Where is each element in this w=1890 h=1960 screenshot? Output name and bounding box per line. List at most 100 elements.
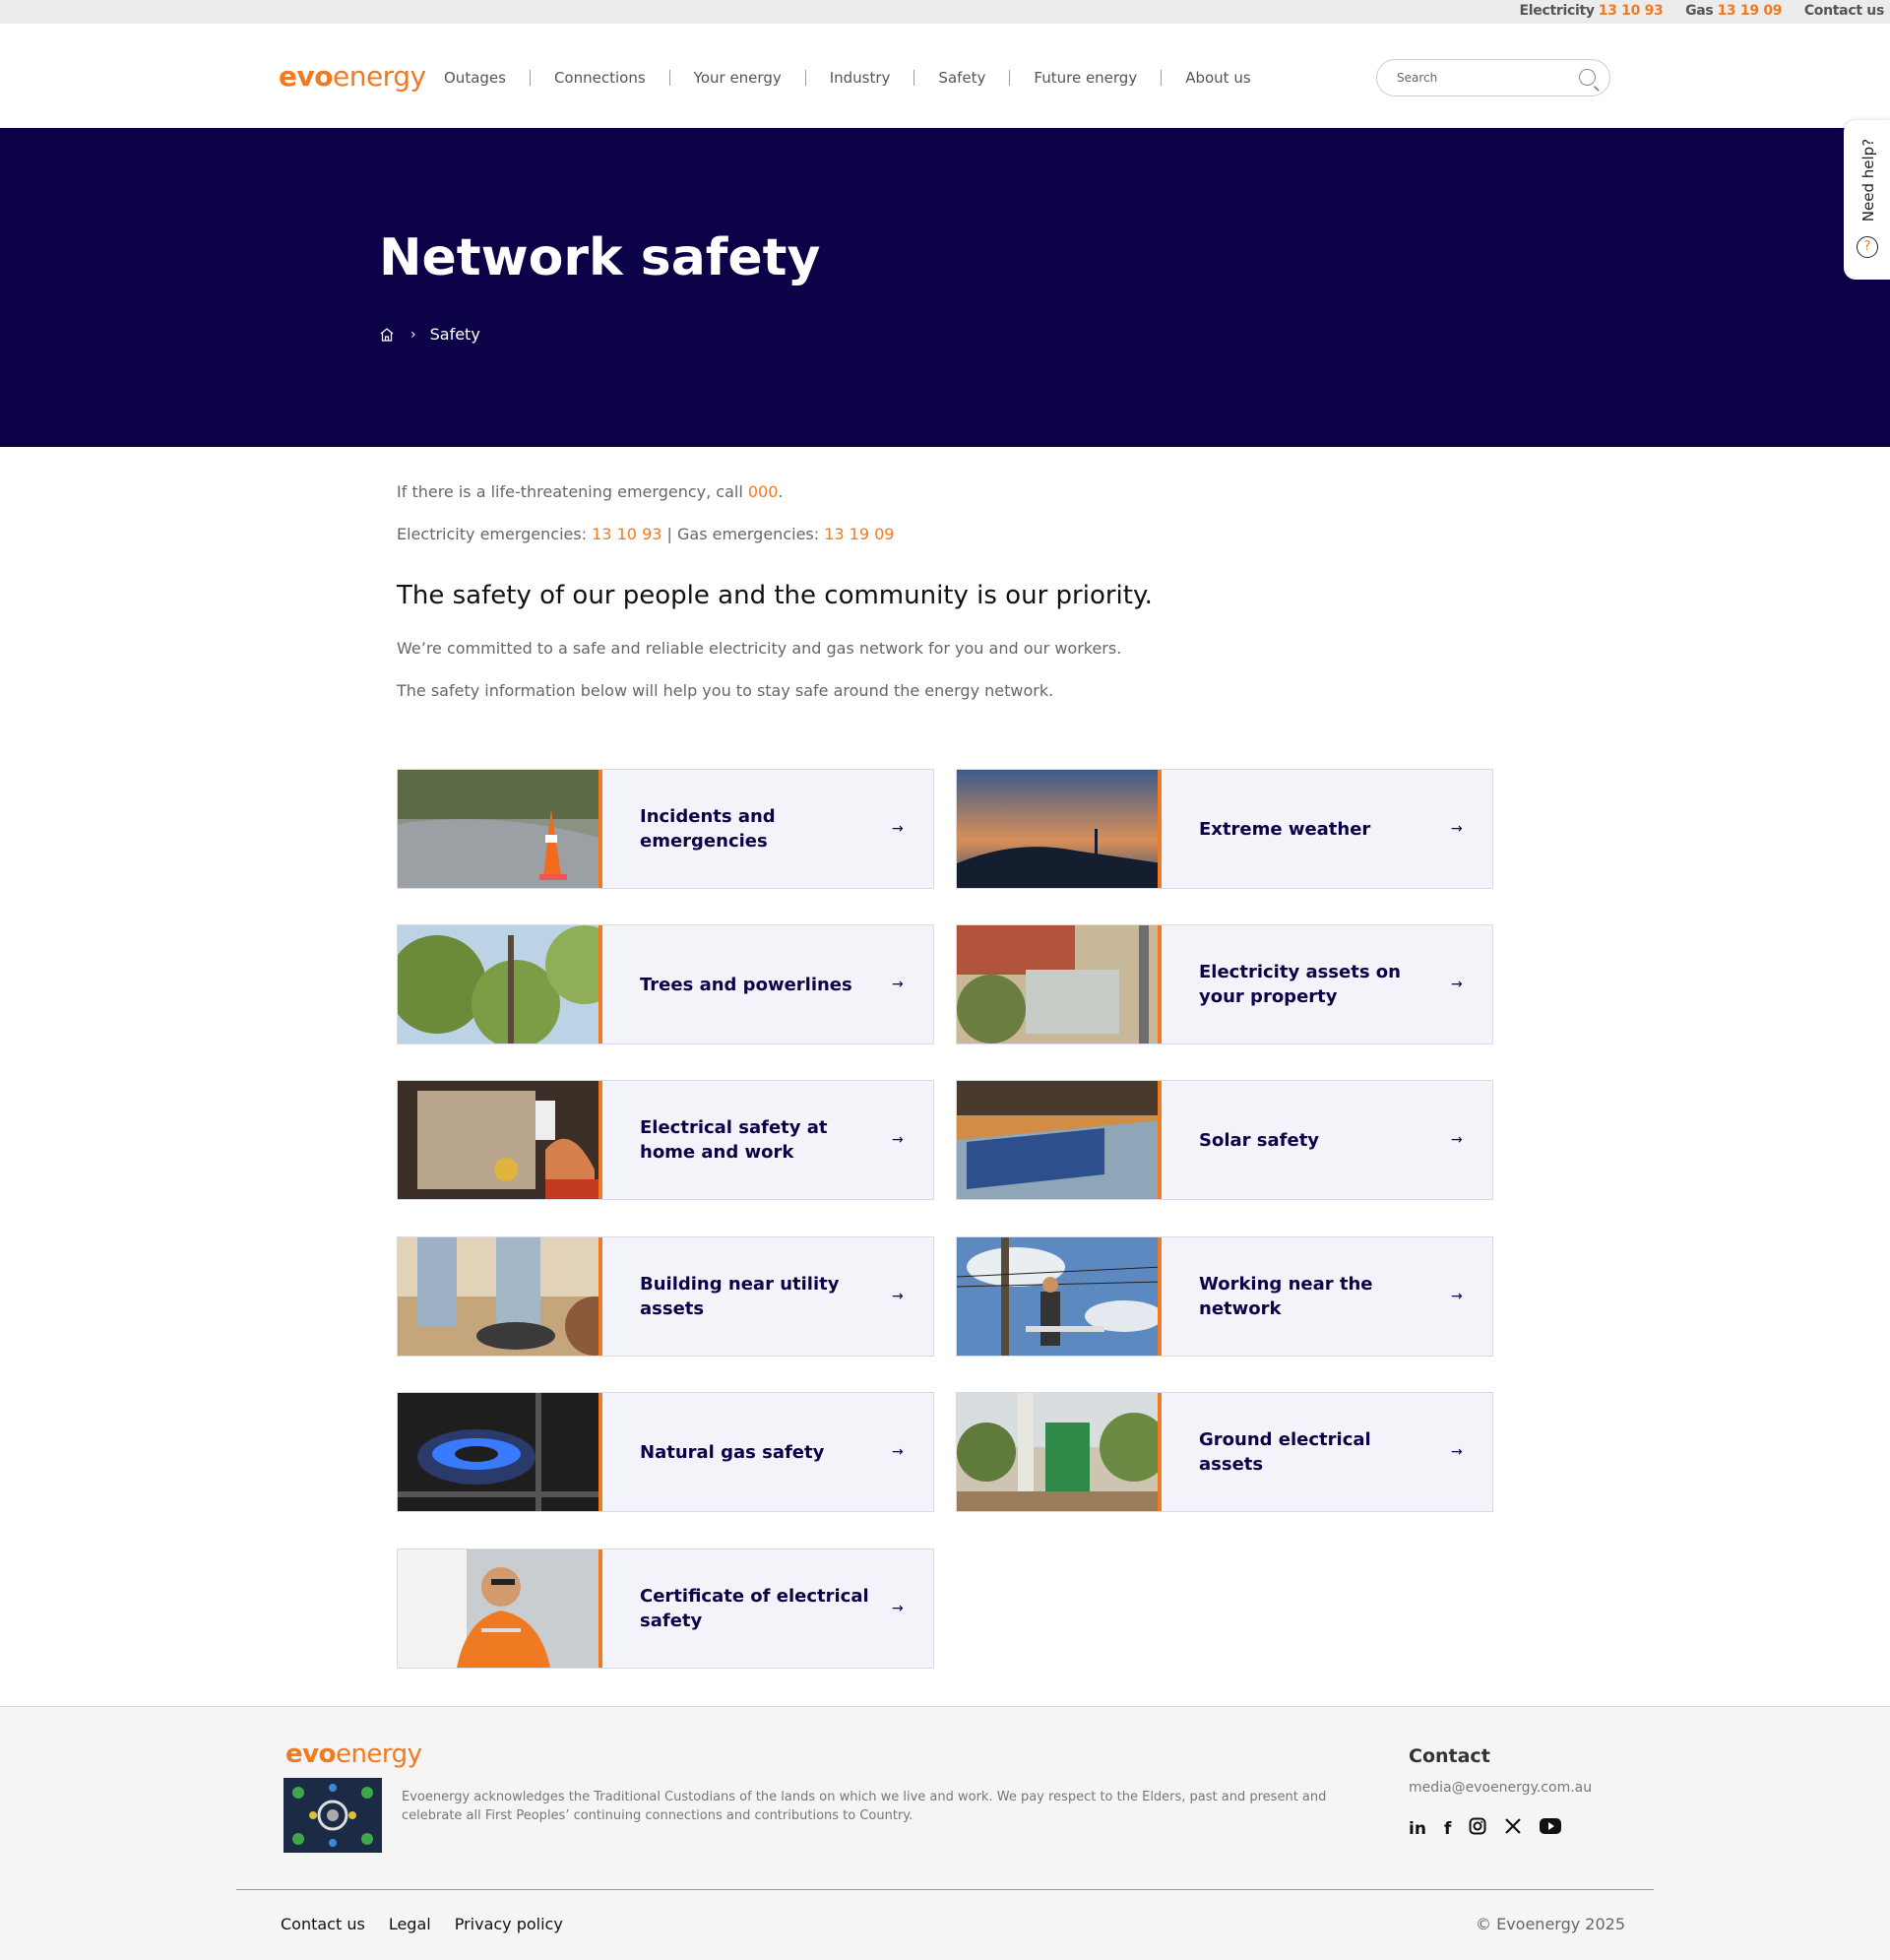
gas-number[interactable]: 13 19 09: [1717, 3, 1782, 19]
card-building-near-utility-assets[interactable]: Building near utility assets →: [397, 1236, 934, 1357]
card-image: [398, 1549, 602, 1668]
card-solar-safety[interactable]: Solar safety →: [956, 1080, 1493, 1200]
card-working-near-the-network[interactable]: Working near the network →: [956, 1236, 1493, 1357]
instagram-icon[interactable]: [1469, 1817, 1486, 1840]
card-label: Extreme weather: [1199, 818, 1371, 840]
breadcrumb: › Safety: [379, 325, 480, 344]
elec-emergency-number[interactable]: 13 10 93: [592, 525, 662, 543]
arrow-right-icon: →: [1451, 1132, 1463, 1148]
emergency-suffix: .: [778, 482, 784, 501]
electricity-label: Electricity: [1519, 3, 1595, 19]
nav-item-connections[interactable]: Connections: [554, 69, 646, 87]
card-electricity-assets-on-your-property[interactable]: Electricity assets on your property →: [956, 924, 1493, 1044]
arrow-right-icon: →: [892, 1444, 904, 1460]
footer-evoenergy-logo[interactable]: evoenergy: [285, 1739, 422, 1769]
footer-contact-heading: Contact: [1409, 1745, 1490, 1767]
arrow-right-icon: →: [892, 1289, 904, 1304]
card-image: [398, 770, 602, 888]
footer-link-contact-us[interactable]: Contact us: [281, 1915, 365, 1933]
utility-bar: Electricity 13 10 93 Gas 13 19 09 Contact …: [0, 0, 1890, 24]
card-label: Electrical safety at home and work: [640, 1117, 828, 1163]
card-image: [957, 1393, 1162, 1511]
gas-emergency-number[interactable]: 13 19 09: [824, 525, 894, 543]
arrow-right-icon: →: [892, 977, 904, 992]
nav-divider: [1161, 70, 1163, 86]
nav-item-industry[interactable]: Industry: [830, 69, 891, 87]
question-icon: ?: [1857, 236, 1878, 258]
page-title: Network safety: [379, 228, 821, 287]
contact-us-link[interactable]: Contact us: [1804, 3, 1884, 19]
footer-contact-email[interactable]: media@evoenergy.com.au: [1409, 1780, 1592, 1796]
footer-link-privacy-policy[interactable]: Privacy policy: [455, 1915, 563, 1933]
social-links: in f: [1409, 1817, 1562, 1840]
card-image: [398, 925, 602, 1043]
site-header: evoenergy Outages Connections Your energ…: [0, 24, 1890, 128]
card-label: Incidents and emergencies: [640, 806, 776, 852]
copyright: © Evoenergy 2025: [1476, 1915, 1626, 1933]
footer-divider: [236, 1889, 1654, 1890]
nav-divider: [1009, 70, 1011, 86]
evoenergy-logo[interactable]: evoenergy: [279, 60, 426, 93]
card-incidents-and-emergencies[interactable]: Incidents and emergencies →: [397, 769, 934, 889]
card-label: Trees and powerlines: [640, 974, 852, 995]
card-label: Ground electrical assets: [1199, 1429, 1371, 1475]
emergency-000-link[interactable]: 000: [748, 482, 779, 501]
safety-info-text: The safety information below will help y…: [397, 681, 1054, 700]
search-input[interactable]: Search: [1376, 59, 1610, 96]
gas-hotline[interactable]: Gas 13 19 09: [1685, 3, 1782, 19]
card-electrical-safety-at-home-and-work[interactable]: Electrical safety at home and work →: [397, 1080, 934, 1200]
card-natural-gas-safety[interactable]: Natural gas safety →: [397, 1392, 934, 1512]
arrow-right-icon: →: [1451, 1444, 1463, 1460]
card-image: [398, 1237, 602, 1356]
need-help-label: Need help?: [1859, 138, 1877, 222]
arrow-right-icon: →: [1451, 977, 1463, 992]
linkedin-icon[interactable]: in: [1409, 1819, 1426, 1839]
hero-banner: Network safety › Safety: [0, 128, 1890, 447]
facebook-icon[interactable]: f: [1444, 1819, 1451, 1839]
card-label: Working near the network: [1199, 1274, 1373, 1319]
electricity-hotline[interactable]: Electricity 13 10 93: [1520, 3, 1664, 19]
gas-label: Gas: [1685, 3, 1714, 19]
nav-item-about-us[interactable]: About us: [1185, 69, 1250, 87]
card-image: [398, 1081, 602, 1199]
nav-item-safety[interactable]: Safety: [938, 69, 985, 87]
footer-links: Contact us Legal Privacy policy: [281, 1915, 563, 1933]
card-label: Electricity assets on your property: [1199, 962, 1401, 1007]
acknowledgement-of-country: Evoenergy acknowledges the Traditional C…: [402, 1790, 1327, 1823]
footer-link-legal[interactable]: Legal: [389, 1915, 431, 1933]
nav-item-your-energy[interactable]: Your energy: [694, 69, 782, 87]
youtube-icon[interactable]: [1540, 1818, 1562, 1839]
need-help-tab[interactable]: Need help? ?: [1844, 120, 1890, 280]
arrow-right-icon: →: [1451, 1289, 1463, 1304]
priority-heading: The safety of our people and the communi…: [397, 581, 1153, 610]
electricity-number[interactable]: 13 10 93: [1599, 3, 1664, 19]
breadcrumb-safety[interactable]: Safety: [430, 325, 480, 344]
nav-divider: [804, 70, 806, 86]
gas-emergency-label: | Gas emergencies:: [662, 525, 825, 543]
card-label: Natural gas safety: [640, 1441, 825, 1463]
search-icon[interactable]: [1579, 69, 1596, 86]
arrow-right-icon: →: [1451, 821, 1463, 837]
nav-item-outages[interactable]: Outages: [444, 69, 506, 87]
emergency-info: If there is a life-threatening emergency…: [397, 482, 1499, 543]
card-extreme-weather[interactable]: Extreme weather →: [956, 769, 1493, 889]
card-trees-and-powerlines[interactable]: Trees and powerlines →: [397, 924, 934, 1044]
card-label: Certificate of electrical safety: [640, 1586, 869, 1631]
elec-emergency-label: Electricity emergencies:: [397, 525, 593, 543]
arrow-right-icon: →: [892, 1132, 904, 1148]
x-icon[interactable]: [1504, 1817, 1522, 1840]
home-icon[interactable]: [379, 327, 395, 343]
nav-item-future-energy[interactable]: Future energy: [1034, 69, 1137, 87]
main-nav: Outages Connections Your energy Industry…: [444, 69, 1251, 87]
card-certificate-of-electrical-safety[interactable]: Certificate of electrical safety →: [397, 1549, 934, 1669]
logo-energy-text: energy: [332, 60, 426, 93]
logo-evo-text: evo: [279, 60, 333, 93]
arrow-right-icon: →: [892, 821, 904, 837]
commitment-text: We’re committed to a safe and reliable e…: [397, 639, 1122, 658]
arrow-right-icon: →: [892, 1601, 904, 1616]
card-image: [957, 1237, 1162, 1356]
aboriginal-artwork-image: [284, 1778, 382, 1853]
nav-divider: [529, 70, 531, 86]
card-ground-electrical-assets[interactable]: Ground electrical assets →: [956, 1392, 1493, 1512]
card-image: [957, 1081, 1162, 1199]
